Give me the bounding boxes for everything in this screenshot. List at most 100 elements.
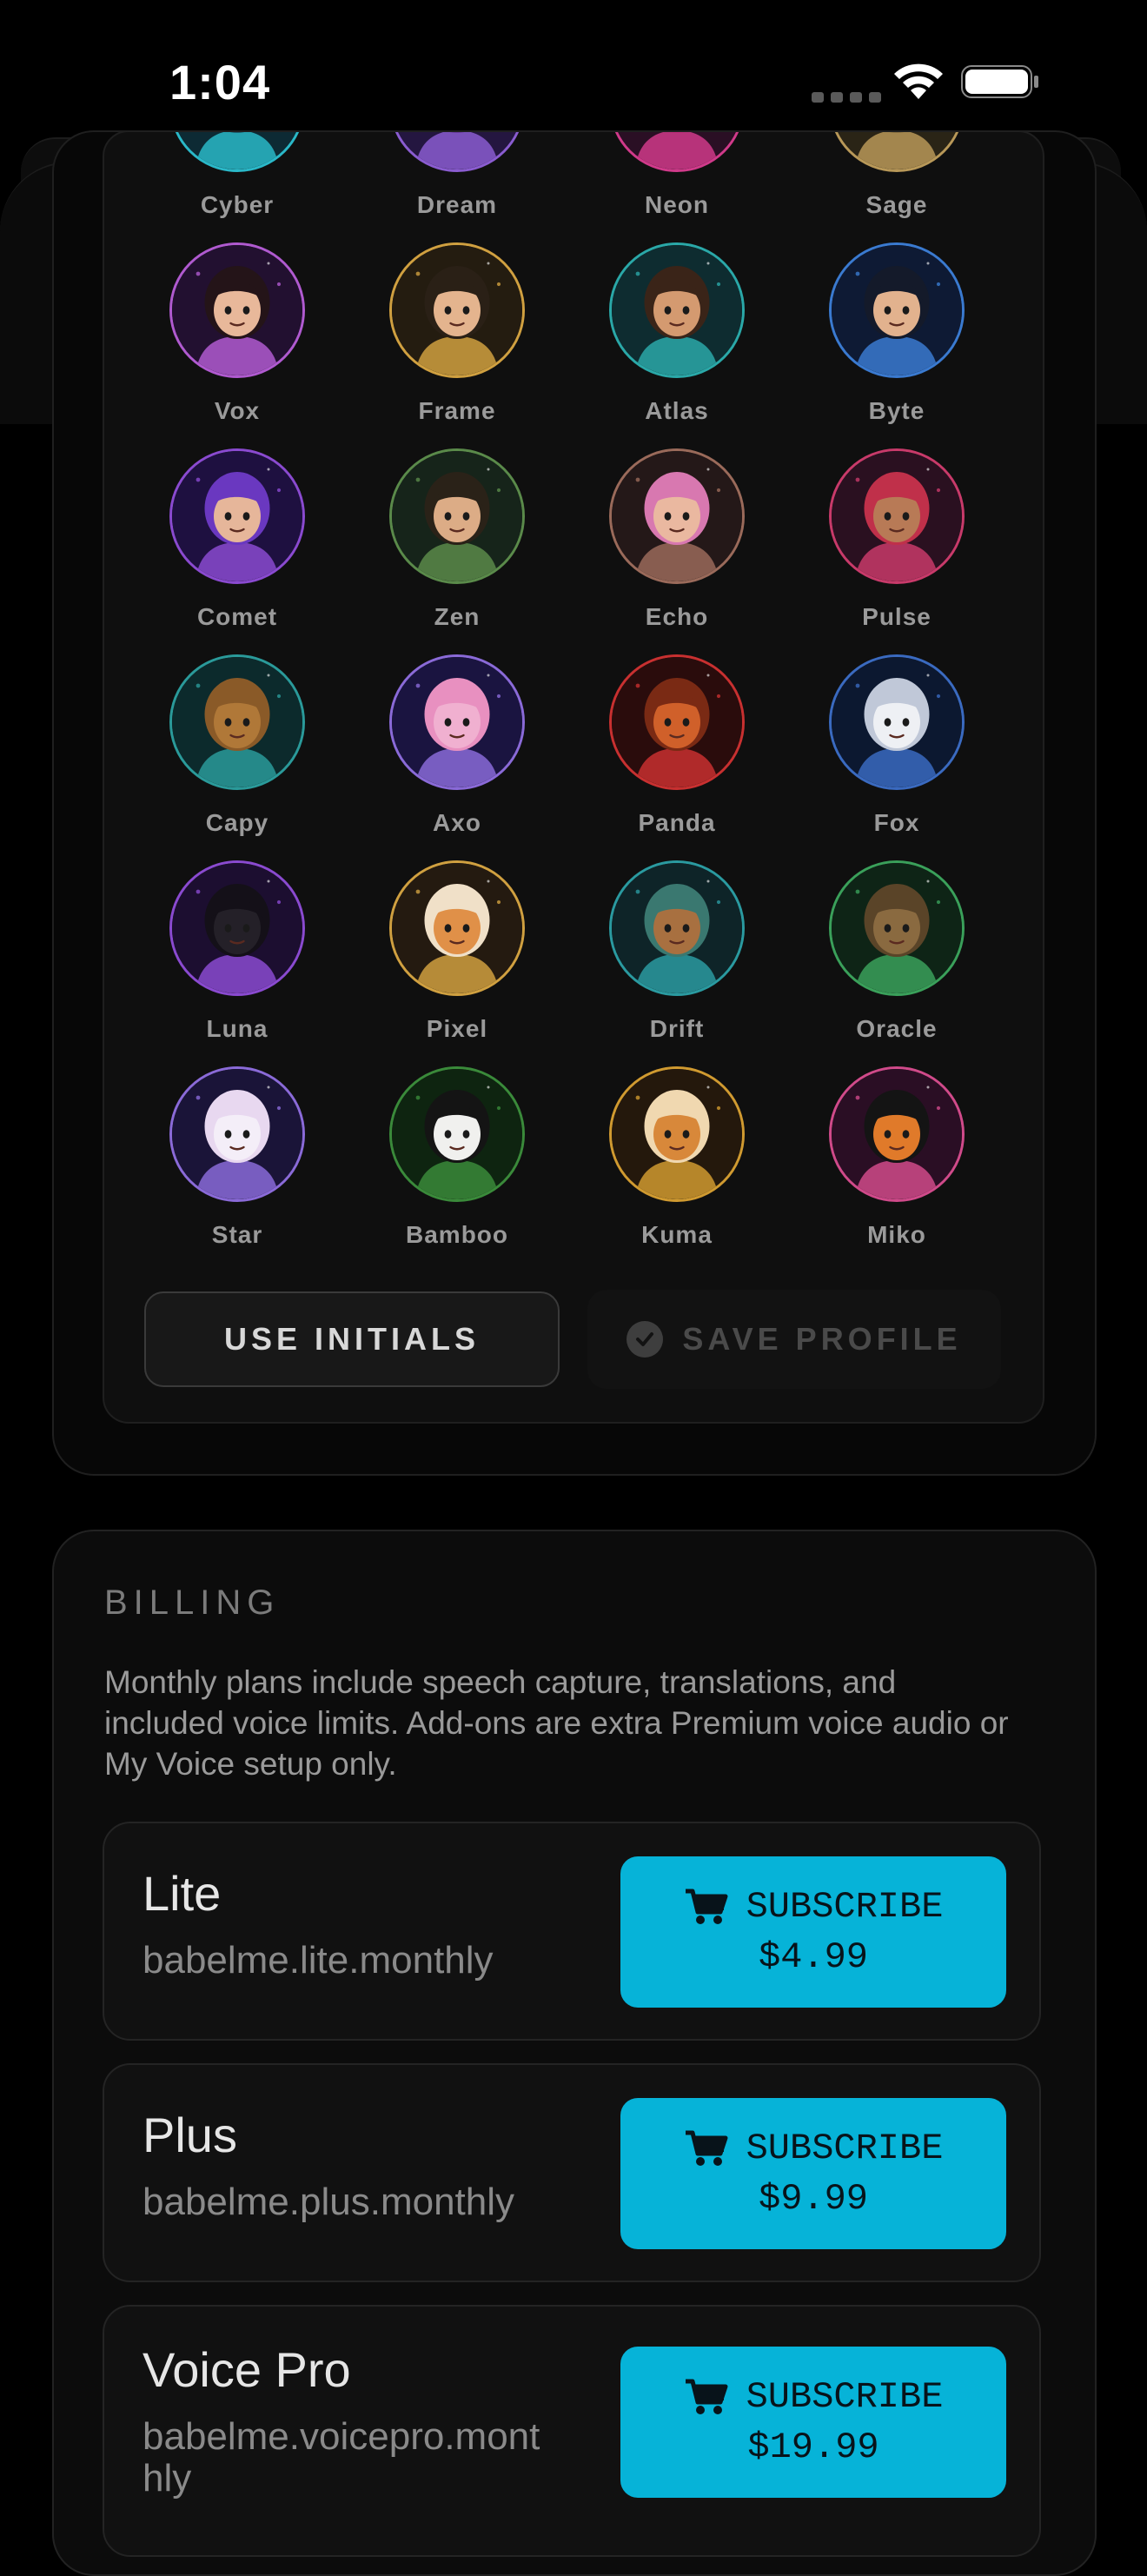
plan-price: $4.99 (758, 1936, 869, 1978)
avatar-label: Sage (865, 191, 928, 218)
avatar-label: Kuma (641, 1221, 713, 1248)
plan-product-id: babelme.voicepro.monthly (143, 2415, 540, 2500)
avatar-image (609, 1066, 745, 1202)
avatar-image (829, 242, 965, 378)
avatar-option-dream[interactable]: Dream (347, 132, 567, 242)
avatar-option-panda[interactable]: Panda (567, 654, 787, 860)
avatar-image (169, 860, 305, 996)
avatar-label: Bamboo (406, 1221, 508, 1248)
avatar-label: Neon (645, 191, 709, 218)
plan-price: $9.99 (758, 2178, 869, 2220)
avatar-option-sage[interactable]: Sage (786, 132, 1007, 242)
avatar-image (609, 448, 745, 584)
subscribe-label: SUBSCRIBE (746, 2376, 944, 2418)
subscribe-label: SUBSCRIBE (746, 2128, 944, 2169)
avatar-option-drift[interactable]: Drift (567, 860, 787, 1066)
avatar-option-kuma[interactable]: Kuma (567, 1066, 787, 1271)
avatar-label: Drift (649, 1015, 705, 1042)
avatar-image (389, 860, 525, 996)
avatar-label: Echo (645, 603, 709, 630)
avatar-picker: Cyber Dream Neon Sage Vox Frame Atlas Byte Comet… (103, 130, 1044, 1424)
avatar-image (169, 654, 305, 790)
avatar-option-luna[interactable]: Luna (127, 860, 348, 1066)
avatar-label: Pixel (426, 1015, 488, 1042)
plan-product-id: babelme.plus.monthly (143, 2181, 515, 2223)
avatar-image (829, 654, 965, 790)
cellular-signal-icon (812, 92, 881, 103)
save-profile-button[interactable]: SAVE PROFILE (587, 1290, 1001, 1389)
avatar-option-byte[interactable]: Byte (786, 242, 1007, 448)
avatar-label: Frame (418, 397, 496, 424)
avatar-label: Star (211, 1221, 263, 1248)
use-initials-button[interactable]: USE INITIALS (144, 1291, 560, 1387)
avatar-label: Panda (638, 809, 716, 836)
avatar-image (169, 448, 305, 584)
status-indicators (812, 61, 1044, 104)
subscribe-label: SUBSCRIBE (746, 1886, 944, 1928)
avatar-option-oracle[interactable]: Oracle (786, 860, 1007, 1066)
plan-row-lite: Lite babelme.lite.monthly SUBSCRIBE $4.9… (103, 1822, 1041, 2041)
checkmark-icon (627, 1321, 664, 1358)
avatar-option-capy[interactable]: Capy (127, 654, 348, 860)
plan-row-voice-pro: Voice Pro babelme.voicepro.monthly SUBSC… (103, 2305, 1041, 2557)
avatar-image (829, 1066, 965, 1202)
avatar-label: Dream (416, 191, 498, 218)
avatar-image (389, 1066, 525, 1202)
avatar-image (389, 448, 525, 584)
avatar-option-cyber[interactable]: Cyber (127, 132, 348, 242)
plan-row-plus: Plus babelme.plus.monthly SUBSCRIBE $9.9… (103, 2063, 1041, 2282)
avatar-label: Byte (868, 397, 925, 424)
avatar-option-axo[interactable]: Axo (347, 654, 567, 860)
wifi-icon (894, 63, 943, 99)
save-profile-label: SAVE PROFILE (682, 1321, 962, 1357)
avatar-image (609, 860, 745, 996)
avatar-label: Fox (873, 809, 920, 836)
avatar-label: Capy (205, 809, 269, 836)
avatar-option-pixel[interactable]: Pixel (347, 860, 567, 1066)
avatar-label: Luna (206, 1015, 269, 1042)
avatar-label: Vox (214, 397, 261, 424)
avatar-image (609, 242, 745, 378)
subscribe-voice-pro-button[interactable]: SUBSCRIBE $19.99 (620, 2347, 1006, 2498)
avatar-grid: Cyber Dream Neon Sage Vox Frame Atlas Byte Comet… (104, 132, 1043, 1422)
avatar-image (169, 132, 305, 172)
avatar-image (609, 132, 745, 172)
avatar-image (829, 132, 965, 172)
billing-heading: BILLING (104, 1583, 281, 1622)
plan-name: Plus (143, 2108, 237, 2162)
avatar-image (609, 654, 745, 790)
battery-icon (961, 65, 1038, 98)
avatar-image (829, 448, 965, 584)
avatar-option-bamboo[interactable]: Bamboo (347, 1066, 567, 1271)
avatar-label: Comet (196, 603, 278, 630)
avatar-label: Cyber (200, 191, 275, 218)
avatar-label: Pulse (862, 603, 932, 630)
plan-name: Lite (143, 1866, 222, 1921)
avatar-option-atlas[interactable]: Atlas (567, 242, 787, 448)
avatar-image (389, 242, 525, 378)
avatar-option-miko[interactable]: Miko (786, 1066, 1007, 1271)
avatar-option-neon[interactable]: Neon (567, 132, 787, 242)
avatar-option-fox[interactable]: Fox (786, 654, 1007, 860)
billing-description: Monthly plans include speech capture, tr… (104, 1664, 1009, 1782)
plan-product-id: babelme.lite.monthly (143, 1939, 494, 1982)
plan-price: $19.99 (747, 2427, 879, 2468)
avatar-option-vox[interactable]: Vox (127, 242, 348, 448)
subscribe-lite-button[interactable]: SUBSCRIBE $4.99 (620, 1856, 1006, 2008)
cart-icon (685, 2379, 728, 2414)
cart-icon (685, 1889, 728, 1924)
avatar-option-comet[interactable]: Comet (127, 448, 348, 654)
subscribe-plus-button[interactable]: SUBSCRIBE $9.99 (620, 2098, 1006, 2249)
plan-name: Voice Pro (143, 2342, 351, 2397)
avatar-option-zen[interactable]: Zen (347, 448, 567, 654)
avatar-label: Oracle (856, 1015, 938, 1042)
avatar-option-star[interactable]: Star (127, 1066, 348, 1271)
cart-icon (685, 2130, 728, 2166)
avatar-label: Axo (433, 809, 481, 836)
avatar-option-pulse[interactable]: Pulse (786, 448, 1007, 654)
status-time: 1:04 (169, 55, 271, 110)
avatar-label: Zen (434, 603, 481, 630)
avatar-option-echo[interactable]: Echo (567, 448, 787, 654)
avatar-option-frame[interactable]: Frame (347, 242, 567, 448)
avatar-image (389, 132, 525, 172)
